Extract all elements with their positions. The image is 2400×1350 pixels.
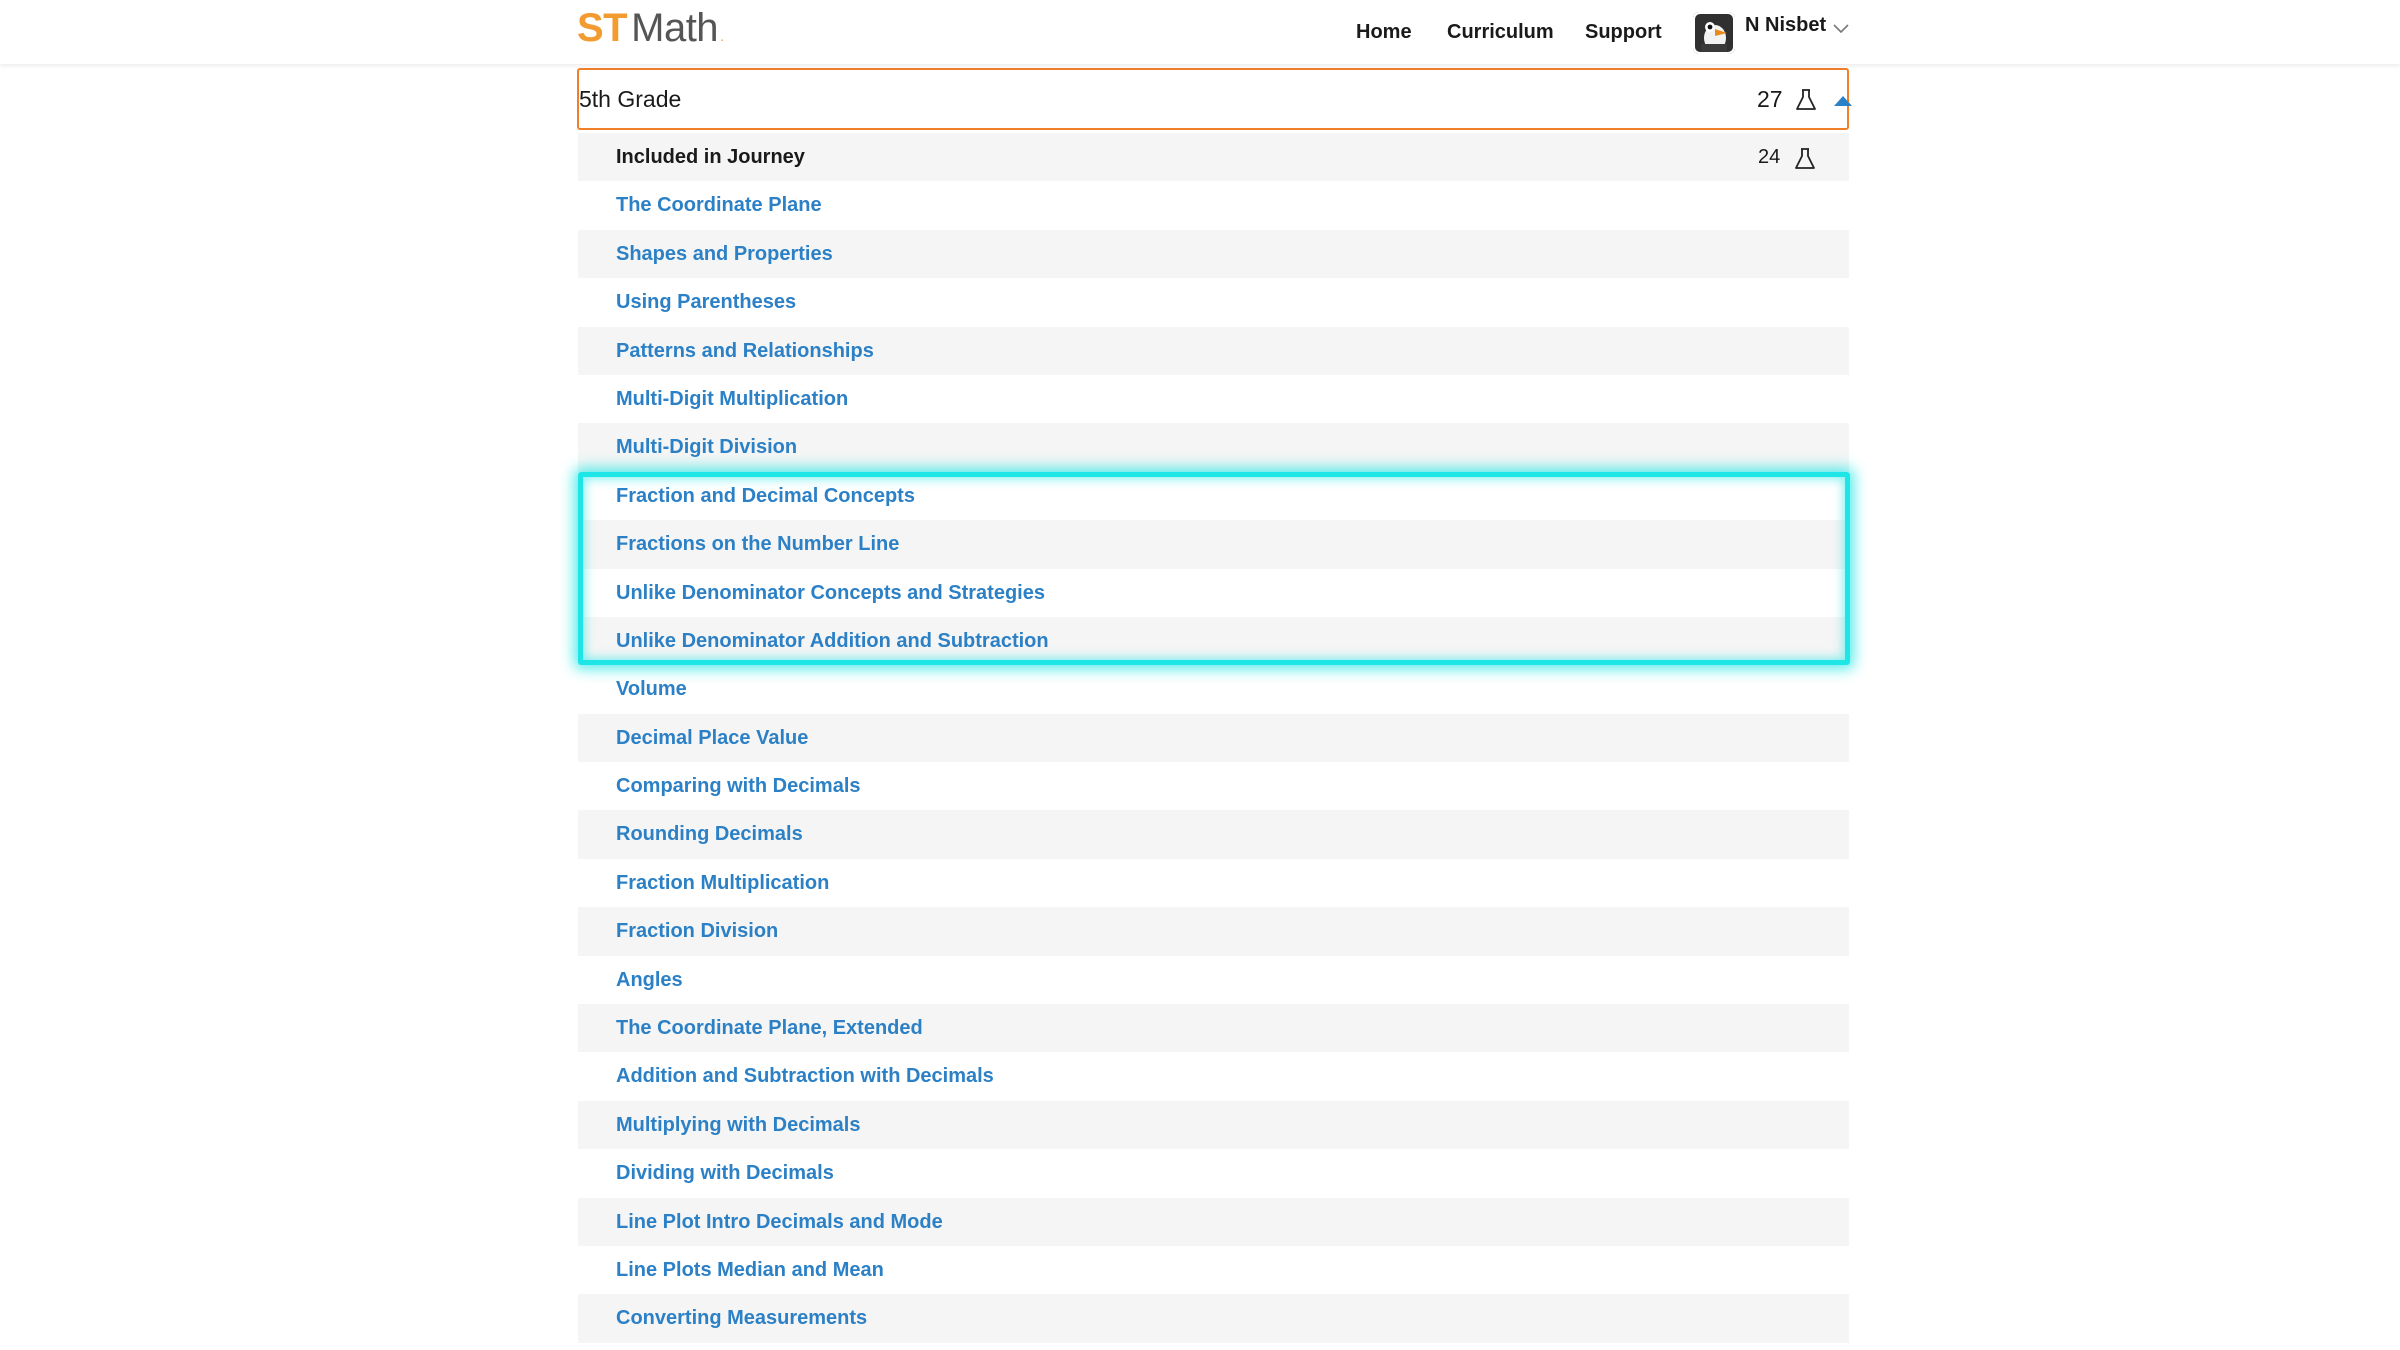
user-name[interactable]: N Nisbet — [1745, 14, 1826, 37]
flask-icon — [1794, 147, 1816, 176]
topic-row[interactable]: Comparing with Decimals — [578, 762, 1849, 811]
topic-link[interactable]: Using Parentheses — [616, 291, 796, 314]
topic-link[interactable]: Unlike Denominator Concepts and Strategi… — [616, 582, 1045, 605]
nav-home[interactable]: Home — [1356, 0, 1412, 64]
topic-link[interactable]: Multi-Digit Multiplication — [616, 388, 848, 411]
topic-row[interactable]: Dividing with Decimals — [578, 1149, 1849, 1198]
topic-link[interactable]: Line Plot Intro Decimals and Mode — [616, 1211, 943, 1234]
topic-row[interactable]: Multiplying with Decimals — [578, 1100, 1849, 1150]
topic-link[interactable]: Decimal Place Value — [616, 727, 808, 750]
topic-link[interactable]: Patterns and Relationships — [616, 340, 874, 363]
topic-row[interactable]: Addition and Subtraction with Decimals — [578, 1052, 1849, 1101]
topic-link[interactable]: Converting Measurements — [616, 1307, 867, 1330]
topic-link[interactable]: Volume — [616, 678, 687, 701]
journey-label: Included in Journey — [616, 146, 805, 168]
topic-row[interactable]: Shapes and Properties — [578, 229, 1849, 279]
topic-link[interactable]: Unlike Denominator Addition and Subtract… — [616, 630, 1049, 653]
topic-row[interactable]: Converting Measurements — [578, 1294, 1849, 1343]
nav-curriculum[interactable]: Curriculum — [1447, 0, 1554, 64]
topic-row[interactable]: Unlike Denominator Concepts and Strategi… — [578, 568, 1849, 617]
topic-link[interactable]: The Coordinate Plane, Extended — [616, 1017, 923, 1040]
flask-icon — [1795, 88, 1817, 117]
journey-count: 24 — [1758, 146, 1781, 168]
topic-row[interactable]: Fraction and Decimal Concepts — [578, 471, 1849, 521]
journey-row: Included in Journey 24 — [578, 133, 1849, 182]
topic-row[interactable]: The Coordinate Plane, Extended — [578, 1004, 1849, 1053]
topic-link[interactable]: Comparing with Decimals — [616, 775, 861, 798]
topic-link[interactable]: Addition and Subtraction with Decimals — [616, 1065, 994, 1088]
topic-link[interactable]: Fraction Multiplication — [616, 872, 829, 895]
topic-list: Included in Journey 24 The Coordinate Pl… — [578, 133, 1849, 1343]
topic-link[interactable]: Fractions on the Number Line — [616, 533, 899, 556]
topic-row[interactable]: Decimal Place Value — [578, 713, 1849, 763]
topic-row[interactable]: Fraction Multiplication — [578, 858, 1849, 908]
topic-row[interactable]: The Coordinate Plane — [578, 181, 1849, 230]
topic-link[interactable]: Fraction and Decimal Concepts — [616, 485, 915, 508]
topic-row[interactable]: Line Plot Intro Decimals and Mode — [578, 1197, 1849, 1246]
logo-math: Math — [631, 6, 719, 50]
topic-row[interactable]: Angles — [578, 955, 1849, 1005]
topic-link[interactable]: Shapes and Properties — [616, 243, 833, 266]
nav-support[interactable]: Support — [1585, 0, 1662, 64]
chevron-down-icon[interactable] — [1832, 22, 1850, 40]
topic-link[interactable]: Rounding Decimals — [616, 823, 803, 846]
st-math-logo[interactable]: ST Math . — [577, 6, 724, 58]
topic-link[interactable]: Fraction Division — [616, 920, 778, 943]
logo-st: ST — [577, 6, 628, 50]
topic-row[interactable]: Fractions on the Number Line — [578, 520, 1849, 569]
topic-row[interactable]: Multi-Digit Multiplication — [578, 374, 1849, 424]
topic-row[interactable]: Line Plots Median and Mean — [578, 1245, 1849, 1295]
grade-count: 27 — [1757, 86, 1783, 112]
topic-row[interactable]: Rounding Decimals — [578, 810, 1849, 859]
topic-link[interactable]: The Coordinate Plane — [616, 194, 822, 217]
topic-row[interactable]: Unlike Denominator Addition and Subtract… — [578, 616, 1849, 666]
caret-up-icon[interactable] — [1833, 94, 1853, 112]
topic-row[interactable]: Volume — [578, 665, 1849, 714]
topic-link[interactable]: Line Plots Median and Mean — [616, 1259, 884, 1282]
logo-dot: . — [720, 28, 724, 44]
topic-row[interactable]: Patterns and Relationships — [578, 326, 1849, 375]
grade-title: 5th Grade — [579, 86, 682, 112]
topic-row[interactable]: Using Parentheses — [578, 278, 1849, 327]
grade-accordion-header[interactable]: 5th Grade 27 — [577, 68, 1852, 130]
topic-link[interactable]: Dividing with Decimals — [616, 1162, 834, 1185]
topic-row[interactable]: Fraction Division — [578, 907, 1849, 956]
topic-link[interactable]: Angles — [616, 969, 683, 992]
topic-link[interactable]: Multi-Digit Division — [616, 436, 797, 459]
topic-link[interactable]: Multiplying with Decimals — [616, 1114, 860, 1137]
penguin-avatar[interactable] — [1693, 12, 1735, 54]
top-nav-bar: ST Math . Home Curriculum Support N Nisb… — [0, 0, 2400, 64]
topic-row[interactable]: Multi-Digit Division — [578, 423, 1849, 472]
